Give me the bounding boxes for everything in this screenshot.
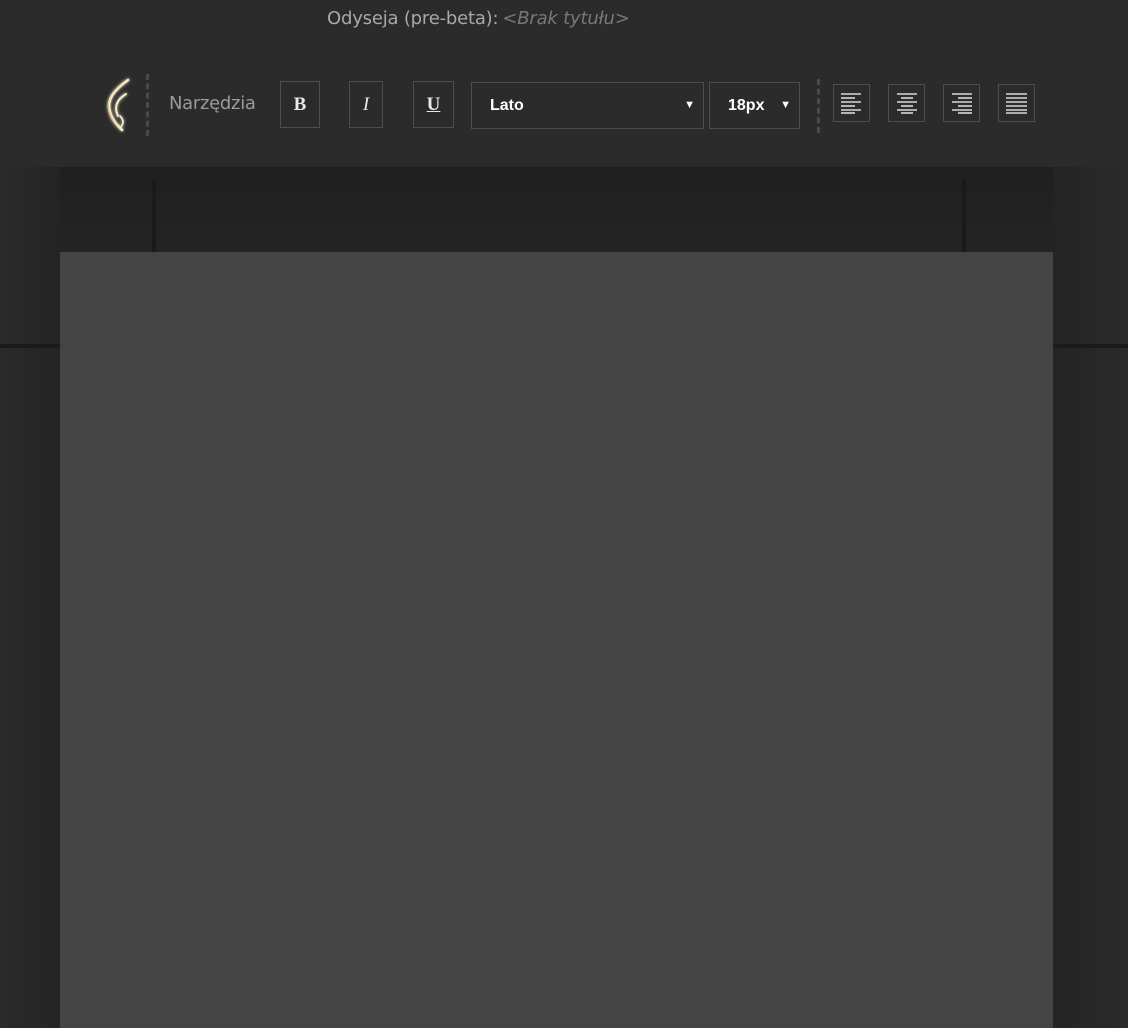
document-title[interactable]: <Brak tytułu> (502, 8, 629, 29)
app-name: Odyseja (pre-beta): (327, 8, 499, 29)
italic-button[interactable]: I (349, 81, 383, 128)
editor-page[interactable] (60, 252, 1053, 1028)
align-justify-button[interactable] (998, 84, 1035, 122)
align-right-icon (952, 93, 972, 114)
app-title: Odyseja (pre-beta): <Brak tytułu> (327, 8, 630, 29)
toolbar-divider (146, 74, 149, 136)
font-family-value: Lato (490, 97, 524, 114)
bold-button[interactable]: B (280, 81, 320, 128)
workspace-margin-right (1053, 167, 1128, 1028)
align-right-button[interactable] (943, 84, 980, 122)
align-center-icon (897, 93, 917, 114)
decorative-rail (0, 344, 60, 348)
editor-workspace (0, 167, 1128, 1028)
align-left-icon (841, 93, 861, 114)
align-center-button[interactable] (888, 84, 925, 122)
decorative-rail (1053, 344, 1128, 348)
decorative-post (152, 179, 156, 253)
chevron-down-icon: ▼ (684, 99, 695, 111)
chevron-down-icon: ▼ (780, 99, 791, 111)
font-size-value: 18px (728, 97, 765, 114)
font-family-select[interactable]: Lato ▼ (471, 82, 704, 129)
toolbar-divider (817, 79, 820, 133)
align-left-button[interactable] (833, 84, 870, 122)
logo-icon[interactable] (100, 76, 136, 134)
toolbar: Odyseja (pre-beta): <Brak tytułu> Narzędz… (0, 0, 1128, 167)
align-justify-icon (1006, 93, 1027, 114)
font-size-select[interactable]: 18px ▼ (709, 82, 800, 129)
decorative-post (962, 179, 966, 253)
tools-menu[interactable]: Narzędzia (169, 93, 256, 114)
workspace-margin-left (0, 167, 60, 1028)
underline-button[interactable]: U (413, 81, 454, 128)
